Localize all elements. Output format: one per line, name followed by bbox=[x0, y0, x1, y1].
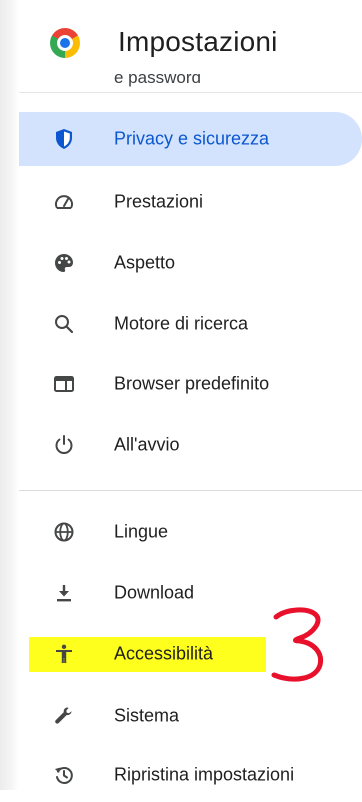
menu-item-label: Prestazioni bbox=[114, 191, 204, 212]
menu-item-languages[interactable]: Lingue bbox=[19, 505, 362, 559]
menu-item-label: Privacy e sicurezza bbox=[114, 128, 270, 149]
menu-item-privacy[interactable]: Privacy e sicurezza bbox=[19, 112, 362, 166]
shield-icon bbox=[53, 128, 75, 150]
menu-item-system[interactable]: Sistema bbox=[19, 689, 362, 743]
download-icon bbox=[53, 582, 75, 604]
handwritten-number-annotation bbox=[268, 605, 330, 685]
accessibility-icon bbox=[53, 643, 75, 665]
menu-item-label: Sistema bbox=[114, 705, 180, 726]
section-divider bbox=[19, 490, 362, 491]
menu-item-label: Download bbox=[114, 582, 195, 603]
menu-item-label: All'avvio bbox=[114, 434, 180, 455]
wrench-icon bbox=[53, 705, 75, 727]
menu-item-performance[interactable]: Prestazioni bbox=[19, 175, 362, 229]
chrome-logo-icon bbox=[50, 28, 80, 58]
menu-item-label: Ripristina impostazioni bbox=[114, 764, 295, 785]
menu-item-label: Accessibilità bbox=[114, 643, 214, 664]
page-title: Impostazioni bbox=[118, 26, 278, 57]
power-icon bbox=[53, 434, 75, 456]
menu-item-label: Motore di ricerca bbox=[114, 313, 249, 334]
partial-menu-item[interactable]: e password bbox=[114, 74, 334, 94]
restore-icon bbox=[53, 764, 75, 786]
header-separator bbox=[19, 92, 362, 93]
browser-window-icon bbox=[53, 373, 75, 395]
menu-item-label: Lingue bbox=[114, 521, 169, 542]
menu-item-appearance[interactable]: Aspetto bbox=[19, 236, 362, 290]
palette-icon bbox=[53, 252, 75, 274]
menu-item-reset-settings[interactable]: Ripristina impostazioni bbox=[19, 748, 362, 802]
search-icon bbox=[53, 313, 75, 335]
globe-icon bbox=[53, 521, 75, 543]
left-frame-edge bbox=[0, 0, 19, 790]
menu-item-default-browser[interactable]: Browser predefinito bbox=[19, 357, 362, 411]
speedometer-icon bbox=[53, 191, 75, 213]
menu-item-label: Aspetto bbox=[114, 252, 176, 273]
menu-item-on-startup[interactable]: All'avvio bbox=[19, 418, 362, 472]
menu-item-search-engine[interactable]: Motore di ricerca bbox=[19, 297, 362, 351]
menu-item-label: Browser predefinito bbox=[114, 373, 270, 394]
